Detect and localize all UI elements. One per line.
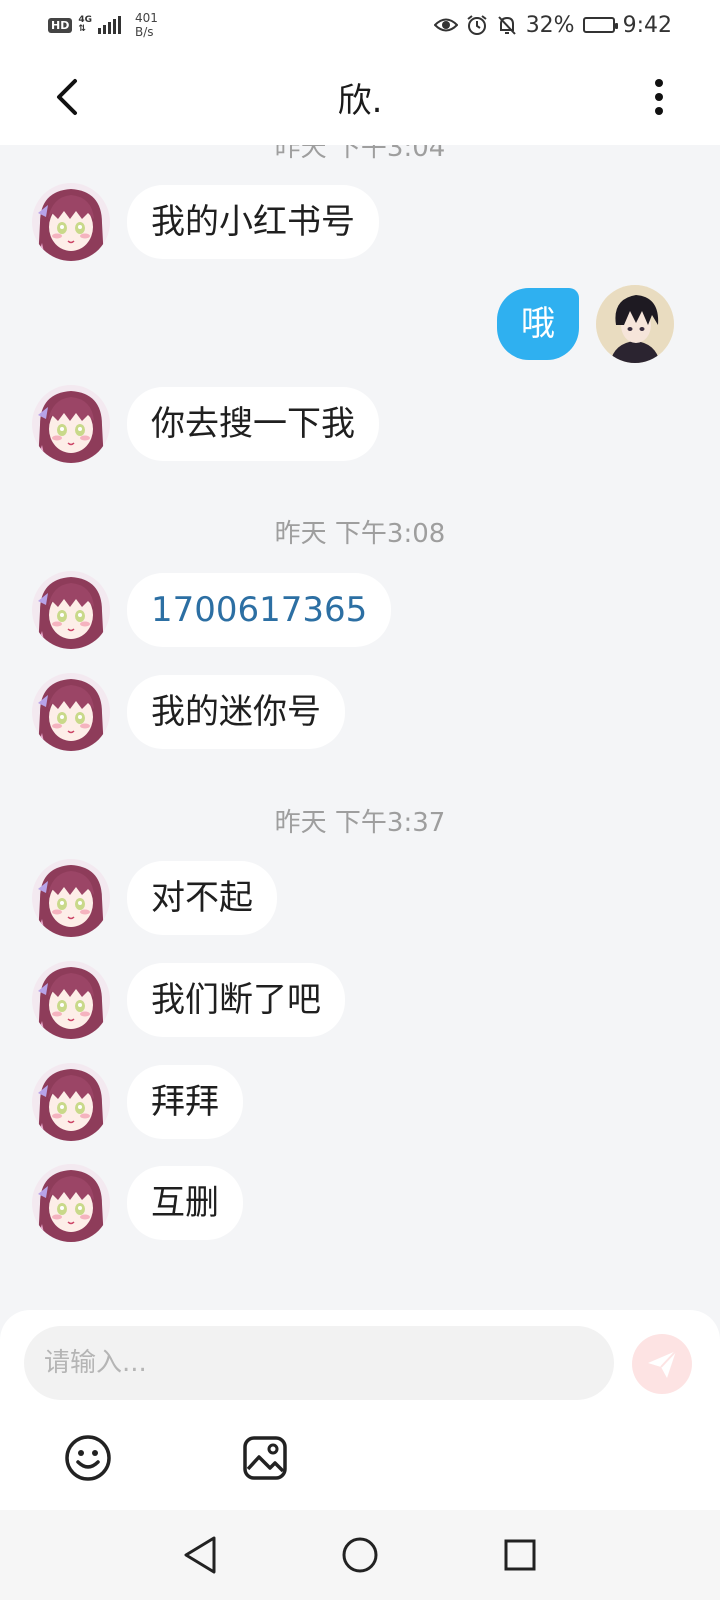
- circle-home-icon: [342, 1537, 378, 1573]
- message-row: 互删: [32, 1164, 243, 1242]
- speed-value: 401: [135, 11, 158, 25]
- message-bubble[interactable]: 我的小红书号: [127, 185, 379, 259]
- message-row: 对不起: [32, 859, 277, 937]
- message-row: 你去搜一下我: [32, 385, 379, 463]
- contact-name: 欣.: [337, 81, 383, 121]
- network-type: 4G ⇅: [78, 16, 92, 34]
- emoji-button[interactable]: [60, 1430, 116, 1486]
- chevron-left-icon: [57, 79, 77, 115]
- message-row: 我的迷你号: [32, 673, 345, 751]
- contact-avatar[interactable]: [32, 1164, 110, 1242]
- status-bar: HD 4G ⇅ 401 B/s 32% 9:42: [0, 0, 720, 50]
- alarm-icon: [467, 15, 487, 35]
- my-avatar[interactable]: [596, 285, 674, 363]
- timestamp: 昨天 下午3:08: [274, 519, 446, 549]
- message-bubble[interactable]: 对不起: [127, 861, 277, 935]
- hd-badge: HD: [48, 17, 73, 33]
- message-row: 我们断了吧: [32, 961, 345, 1039]
- message-bubble[interactable]: 互删: [127, 1166, 243, 1240]
- contact-avatar[interactable]: [32, 961, 110, 1039]
- vertical-dots-icon: [655, 79, 663, 115]
- message-input[interactable]: [24, 1326, 614, 1400]
- message-row: 1700617365: [32, 571, 392, 649]
- square-recents-icon: [504, 1539, 536, 1571]
- contact-avatar[interactable]: [32, 183, 110, 261]
- nav-recents-button[interactable]: [490, 1525, 550, 1585]
- signal-icon: [98, 16, 121, 34]
- status-right: 32% 9:42: [433, 12, 672, 38]
- chat-header: 欣.: [0, 50, 720, 145]
- battery-percent: 32%: [525, 12, 575, 38]
- battery-icon: [582, 17, 618, 33]
- eye-icon: [433, 18, 458, 32]
- more-options-button[interactable]: [634, 72, 684, 122]
- message-list[interactable]: 昨天 下午3:04 我的小红书号 哦 你去搜一下我 昨天 下午3:08 1700…: [0, 145, 720, 1310]
- my-message-bubble[interactable]: 哦: [497, 288, 579, 360]
- contact-avatar[interactable]: [32, 1063, 110, 1141]
- message-row: 我的小红书号: [32, 183, 379, 261]
- contact-avatar[interactable]: [32, 673, 110, 751]
- nav-back-button[interactable]: [170, 1525, 230, 1585]
- contact-avatar[interactable]: [32, 859, 110, 937]
- phone-number-bubble[interactable]: 1700617365: [127, 573, 392, 647]
- image-button[interactable]: [237, 1430, 293, 1486]
- smiley-icon: [65, 1435, 111, 1481]
- message-bubble[interactable]: 我们断了吧: [127, 963, 345, 1037]
- speed-unit: B/s: [135, 25, 154, 39]
- composer-panel: [0, 1310, 720, 1510]
- contact-avatar[interactable]: [32, 385, 110, 463]
- message-row: 拜拜: [32, 1063, 243, 1141]
- nav-home-button[interactable]: [330, 1525, 390, 1585]
- message-bubble[interactable]: 你去搜一下我: [127, 387, 379, 461]
- mute-bell-icon: [497, 16, 516, 35]
- system-nav-bar: [0, 1510, 720, 1600]
- contact-avatar[interactable]: [32, 571, 110, 649]
- network-speed: 401 B/s: [135, 11, 158, 39]
- network-arrows: ⇅: [78, 24, 86, 34]
- message-row-mine: 哦: [497, 285, 674, 363]
- message-bubble[interactable]: 我的迷你号: [127, 675, 345, 749]
- send-button[interactable]: [632, 1334, 692, 1394]
- status-left: HD 4G ⇅ 401 B/s: [48, 11, 158, 39]
- timestamp: 昨天 下午3:37: [274, 808, 446, 838]
- paper-plane-icon: [648, 1350, 677, 1378]
- timestamp: 昨天 下午3:04: [274, 145, 446, 163]
- image-icon: [243, 1436, 287, 1480]
- triangle-back-icon: [184, 1536, 216, 1574]
- message-bubble[interactable]: 拜拜: [127, 1065, 243, 1139]
- clock: 9:42: [622, 12, 672, 38]
- back-button[interactable]: [42, 72, 92, 122]
